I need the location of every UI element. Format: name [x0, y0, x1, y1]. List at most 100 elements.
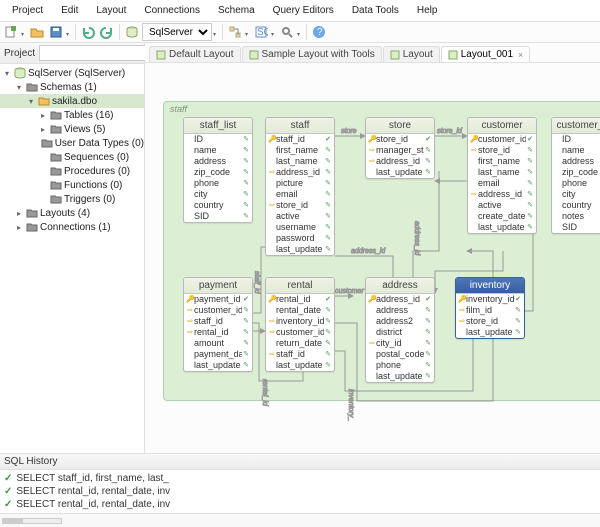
redo-icon[interactable] — [98, 23, 116, 41]
table-column[interactable]: ⇨store_id✎ — [266, 200, 334, 211]
table-column[interactable]: ⇨customer_id✎ — [266, 327, 334, 338]
table-column[interactable]: SID✎ — [552, 222, 600, 233]
table-column[interactable]: ⇨store_id✎ — [468, 145, 536, 156]
table-column[interactable]: name✎ — [552, 145, 600, 156]
tree-item[interactable]: Sequences (0) — [0, 150, 144, 164]
table-header[interactable]: payment — [184, 278, 252, 294]
table-column[interactable]: last_update✎ — [366, 167, 434, 178]
undo-icon[interactable] — [79, 23, 97, 41]
table-column[interactable]: ID✎ — [552, 134, 600, 145]
table-column[interactable]: active✎ — [468, 200, 536, 211]
table-header[interactable]: customer — [468, 118, 536, 134]
table-column[interactable]: phone✎ — [552, 178, 600, 189]
table-column[interactable]: ⇨rental_id✎ — [184, 327, 252, 338]
table-column[interactable]: amount✎ — [184, 338, 252, 349]
table-column[interactable]: last_update✎ — [266, 244, 334, 255]
help-icon[interactable]: ? — [310, 23, 328, 41]
diagram-icon[interactable] — [226, 23, 244, 41]
table-column[interactable]: first_name✎ — [468, 156, 536, 167]
sql-history-row[interactable]: ✓SELECT rental_id, rental_date, inv — [4, 498, 596, 511]
table-staff_list[interactable]: staff_listID✎name✎address✎zip_code✎phone… — [183, 117, 253, 223]
menu-connections[interactable]: Connections — [136, 2, 208, 19]
table-column[interactable]: ⇨city_id✎ — [366, 338, 434, 349]
tree-item[interactable]: ▸Views (5) — [0, 122, 144, 136]
table-column[interactable]: last_name✎ — [468, 167, 536, 178]
table-column[interactable]: SID✎ — [184, 211, 252, 222]
table-column[interactable]: active✎ — [266, 211, 334, 222]
tree-item[interactable]: Functions (0) — [0, 178, 144, 192]
table-staff[interactable]: staff🔑staff_id✔first_name✎last_name✎⇨add… — [265, 117, 335, 256]
menu-data-tools[interactable]: Data Tools — [344, 2, 407, 19]
table-column[interactable]: city✎ — [552, 189, 600, 200]
table-column[interactable]: return_date✎ — [266, 338, 334, 349]
tree-item[interactable]: User Data Types (0) — [0, 136, 144, 150]
diagram-dropdown[interactable] — [245, 28, 251, 39]
tree-item[interactable]: ▸Tables (16) — [0, 108, 144, 122]
table-column[interactable]: ⇨customer_id✎ — [184, 305, 252, 316]
table-column[interactable]: ⇨address_id✎ — [468, 189, 536, 200]
tree-item[interactable]: ▾SqlServer (SqlServer) — [0, 66, 144, 80]
table-column[interactable]: country✎ — [552, 200, 600, 211]
tree-item[interactable]: ▾sakila.dbo — [0, 94, 144, 108]
table-column[interactable]: last_update✎ — [456, 327, 524, 338]
save-icon[interactable] — [47, 23, 65, 41]
tree-item[interactable]: Triggers (0) — [0, 192, 144, 206]
table-inventory[interactable]: inventory🔑inventory_id✔⇨film_id✎⇨store_i… — [455, 277, 525, 339]
menu-project[interactable]: Project — [4, 2, 51, 19]
open-icon[interactable] — [28, 23, 46, 41]
table-column[interactable]: ⇨staff_id✎ — [184, 316, 252, 327]
table-column[interactable]: ID✎ — [184, 134, 252, 145]
tree-item[interactable]: ▸Connections (1) — [0, 220, 144, 234]
table-customer_list[interactable]: customer_listID✎name✎address✎zip_code✎ph… — [551, 117, 600, 234]
table-address[interactable]: address🔑address_id✔address✎address2✎dist… — [365, 277, 435, 383]
table-column[interactable]: rental_date✎ — [266, 305, 334, 316]
db-icon[interactable] — [123, 23, 141, 41]
sql-dropdown[interactable] — [271, 28, 277, 39]
editor-tab[interactable]: Sample Layout with Tools — [242, 46, 382, 62]
table-column[interactable]: 🔑store_id✔ — [366, 134, 434, 145]
menu-help[interactable]: Help — [409, 2, 446, 19]
table-rental[interactable]: rental🔑rental_id✔rental_date✎⇨inventory_… — [265, 277, 335, 372]
tree-twist-icon[interactable]: ▾ — [2, 69, 12, 78]
new-icon[interactable] — [2, 23, 20, 41]
table-payment[interactable]: payment🔑payment_id✔⇨customer_id✎⇨staff_i… — [183, 277, 253, 372]
sql-history-row[interactable]: ✓SELECT rental_id, rental_date, inv — [4, 485, 596, 498]
table-column[interactable]: last_update✎ — [266, 360, 334, 371]
table-column[interactable]: ⇨staff_id✎ — [266, 349, 334, 360]
project-tree[interactable]: ▾SqlServer (SqlServer)▾Schemas (1)▾sakil… — [0, 64, 144, 453]
tree-twist-icon[interactable]: ▾ — [14, 83, 24, 92]
table-column[interactable]: ⇨film_id✎ — [456, 305, 524, 316]
table-column[interactable]: ⇨inventory_id✎ — [266, 316, 334, 327]
diagram-canvas[interactable]: staff store store_id address_id address_… — [153, 71, 600, 421]
menu-edit[interactable]: Edit — [53, 2, 86, 19]
table-customer[interactable]: customer🔑customer_id✔⇨store_id✎first_nam… — [467, 117, 537, 234]
server-select-dropdown[interactable] — [213, 28, 219, 39]
table-column[interactable]: postal_code✎ — [366, 349, 434, 360]
table-column[interactable]: last_update✎ — [468, 222, 536, 233]
table-header[interactable]: address — [366, 278, 434, 294]
menu-layout[interactable]: Layout — [88, 2, 134, 19]
menu-schema[interactable]: Schema — [210, 2, 263, 19]
table-column[interactable]: address2✎ — [366, 316, 434, 327]
close-icon[interactable]: × — [518, 50, 523, 60]
table-column[interactable]: email✎ — [468, 178, 536, 189]
tree-item[interactable]: ▾Schemas (1) — [0, 80, 144, 94]
new-dropdown[interactable] — [21, 28, 27, 39]
table-column[interactable]: name✎ — [184, 145, 252, 156]
table-column[interactable]: country✎ — [184, 200, 252, 211]
table-column[interactable]: username✎ — [266, 222, 334, 233]
table-column[interactable]: 🔑inventory_id✔ — [456, 294, 524, 305]
table-column[interactable]: city✎ — [184, 189, 252, 200]
tree-twist-icon[interactable]: ▾ — [26, 97, 36, 106]
sql-history-row[interactable]: ✓SELECT staff_id, first_name, last_ — [4, 472, 596, 485]
tree-twist-icon[interactable]: ▸ — [14, 209, 24, 218]
horizontal-scrollbar[interactable] — [2, 518, 62, 524]
table-column[interactable]: 🔑rental_id✔ — [266, 294, 334, 305]
table-column[interactable]: notes✎ — [552, 211, 600, 222]
table-column[interactable]: ⇨store_id✎ — [456, 316, 524, 327]
table-column[interactable]: zip_code✎ — [184, 167, 252, 178]
table-column[interactable]: last_name✎ — [266, 156, 334, 167]
table-column[interactable]: ⇨address_id✎ — [366, 156, 434, 167]
table-column[interactable]: phone✎ — [366, 360, 434, 371]
table-column[interactable]: 🔑staff_id✔ — [266, 134, 334, 145]
